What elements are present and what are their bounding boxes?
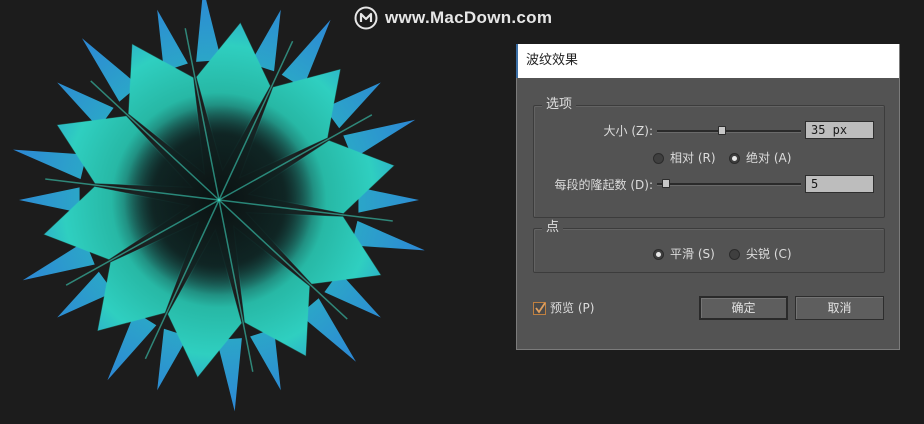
absolute-radio-label: 绝对 (A)	[746, 151, 792, 165]
smooth-radio-dot	[653, 248, 664, 260]
size-slider-thumb[interactable]	[718, 126, 726, 135]
ok-button[interactable]: 确定	[699, 296, 788, 320]
absolute-radio-dot	[729, 152, 740, 164]
dialog-title-bar[interactable]: 波纹效果	[517, 44, 899, 78]
artwork-spike	[351, 220, 425, 251]
star-burst-artwork	[13, 0, 425, 412]
size-label: 大小 (Z):	[603, 124, 653, 138]
size-input[interactable]: 35 px	[805, 121, 874, 139]
corner-radio-label: 尖锐 (C)	[746, 247, 792, 261]
watermark-text: www.MacDown.com	[385, 8, 553, 27]
artwork-spike	[13, 149, 87, 180]
dialog-title: 波纹效果	[526, 53, 579, 68]
artwork-spike	[19, 187, 80, 213]
watermark: www.MacDown.com	[354, 5, 552, 31]
ridges-label: 每段的隆起数 (D):	[554, 178, 653, 192]
absolute-radio[interactable]: 绝对 (A)	[729, 150, 791, 166]
relative-radio-label: 相对 (R)	[670, 151, 716, 165]
preview-checkbox[interactable]: 预览 (P)	[533, 300, 594, 316]
checkmark-icon	[535, 302, 546, 314]
smooth-radio[interactable]: 平滑 (S)	[653, 246, 715, 262]
artwork-spike	[358, 187, 419, 213]
smooth-radio-label: 平滑 (S)	[670, 247, 715, 261]
corner-radio-dot	[729, 248, 740, 260]
relative-radio[interactable]: 相对 (R)	[653, 150, 716, 166]
ridges-slider[interactable]	[657, 179, 801, 188]
macdown-m-icon	[354, 6, 378, 30]
cancel-button[interactable]: 取消	[795, 296, 884, 320]
title-accent	[516, 44, 518, 78]
options-group-label: 选项	[542, 96, 577, 114]
preview-label: 预览 (P)	[550, 301, 595, 315]
ridges-input[interactable]: 5	[805, 175, 874, 193]
size-slider[interactable]	[657, 126, 801, 135]
corner-radio[interactable]: 尖锐 (C)	[729, 246, 792, 262]
relative-radio-dot	[653, 152, 664, 164]
points-group-label: 点	[542, 219, 564, 237]
ripple-effect-dialog: 波纹效果 选项 大小 (Z): 35 px 相对 (R) 绝对 (A) 每段的隆…	[516, 44, 900, 350]
preview-check-box	[533, 301, 546, 315]
ridges-slider-thumb[interactable]	[662, 179, 670, 188]
